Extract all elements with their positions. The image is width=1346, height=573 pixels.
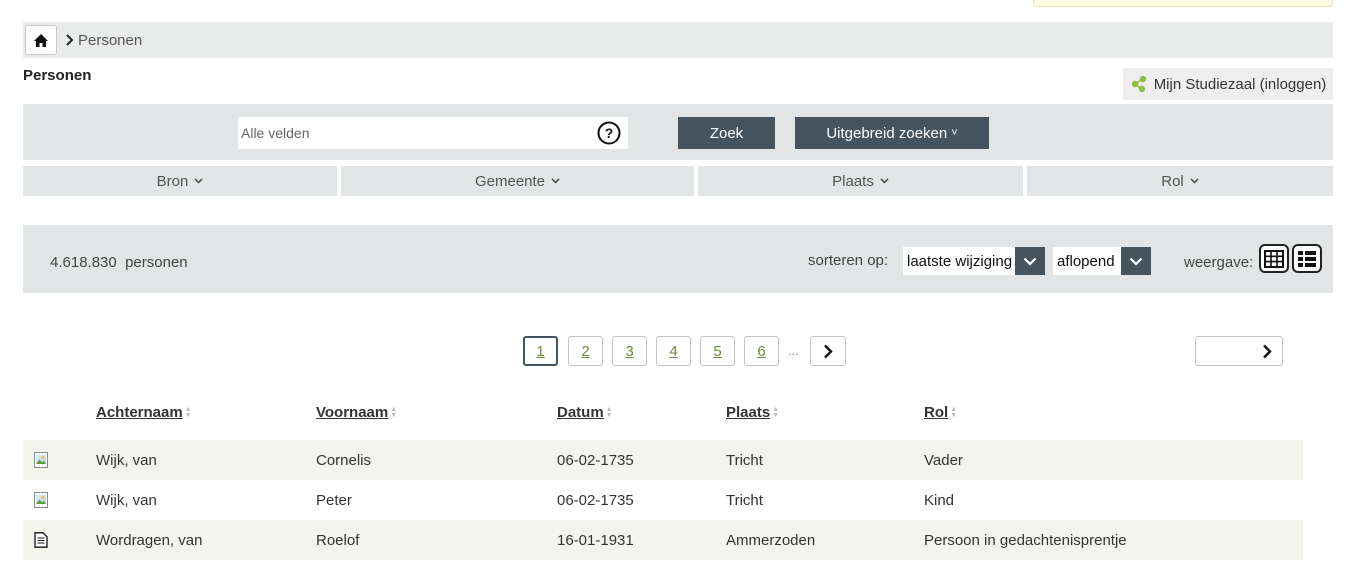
sort-order-value: aflopend — [1057, 252, 1115, 270]
chevron-down-icon — [194, 178, 203, 184]
cell-plaats: Tricht — [726, 451, 763, 469]
sort-icon: ▲ ▼ — [184, 405, 192, 419]
column-header-plaats[interactable]: Plaats ▲ ▼ — [726, 404, 779, 421]
cell-voornaam: Cornelis — [316, 451, 372, 469]
facet-gemeente[interactable]: Gemeente — [341, 166, 694, 196]
home-button[interactable] — [25, 25, 57, 55]
breadcrumb: Personen — [23, 22, 1333, 58]
cell-plaats: Tricht — [726, 491, 763, 509]
advanced-search-button[interactable]: Uitgebreid zoeken ˅ — [795, 117, 989, 149]
page-3-button[interactable]: 3 — [612, 336, 647, 366]
sort-icon: ▲ ▼ — [950, 405, 958, 419]
cell-voornaam: Roelof — [316, 531, 360, 549]
cell-datum: 06-02-1735 — [557, 491, 634, 509]
cell-datum: 06-02-1735 — [557, 451, 634, 469]
chevron-right-icon — [1263, 344, 1272, 358]
document-icon — [34, 532, 48, 548]
cell-datum: 16-01-1931 — [557, 531, 634, 549]
cell-rol: Persoon in gedachtenisprentje — [924, 531, 1127, 549]
chevron-right-icon — [65, 33, 74, 47]
list-view-button[interactable] — [1292, 244, 1322, 273]
sort-field-value: laatste wijziging — [907, 252, 1013, 270]
facet-label: Plaats — [832, 172, 874, 190]
search-input[interactable] — [238, 117, 628, 149]
grid-view-button[interactable] — [1259, 244, 1289, 273]
sort-order-select[interactable]: aflopend — [1053, 247, 1151, 275]
chevron-down-icon — [1121, 247, 1151, 275]
column-header-voornaam[interactable]: Voornaam ▲ ▼ — [316, 404, 397, 421]
chevron-down-icon — [1190, 178, 1199, 184]
notification-box — [1033, 0, 1333, 7]
sort-label: sorteren op: — [808, 252, 889, 269]
cell-plaats: Ammerzoden — [726, 531, 816, 549]
cell-voornaam: Peter — [316, 491, 352, 509]
search-panel: ? Zoek Uitgebreid zoeken ˅ — [23, 104, 1333, 160]
image-icon — [34, 452, 48, 468]
sort-field-select[interactable]: laatste wijziging — [903, 247, 1045, 275]
share-icon — [1131, 75, 1146, 93]
sort-icon: ▲ ▼ — [390, 405, 398, 419]
image-icon — [34, 492, 48, 508]
facet-rol[interactable]: Rol — [1027, 166, 1333, 196]
view-label: weergave: — [1184, 254, 1254, 271]
search-button[interactable]: Zoek — [678, 117, 775, 149]
page-4-button[interactable]: 4 — [656, 336, 691, 366]
column-header-achternaam[interactable]: Achternaam ▲ ▼ — [96, 404, 192, 421]
page-title: Personen — [23, 67, 92, 84]
grid-icon — [1264, 249, 1284, 268]
table-row[interactable]: Wijk, van Peter 06-02-1735 Tricht Kind — [23, 480, 1303, 520]
cell-achternaam: Wijk, van — [96, 491, 157, 509]
result-count: 4.618.830 personen — [50, 254, 188, 271]
studiezaal-login-button[interactable]: Mijn Studiezaal (inloggen) — [1123, 68, 1333, 100]
pagination-ellipsis: ... — [788, 343, 799, 358]
cell-rol: Vader — [924, 451, 963, 469]
help-icon[interactable]: ? — [597, 121, 621, 145]
facet-label: Bron — [156, 172, 189, 190]
svg-text:?: ? — [605, 125, 614, 141]
table-row[interactable]: Wordragen, van Roelof 16-01-1931 Ammerzo… — [23, 520, 1303, 560]
facet-label: Gemeente — [474, 172, 546, 190]
chevron-down-icon — [1015, 247, 1045, 275]
advanced-search-label: Uitgebreid zoeken — [826, 124, 948, 142]
page-jump-input[interactable] — [1195, 336, 1283, 366]
chevron-down-icon — [551, 178, 560, 184]
page-1-button[interactable]: 1 — [523, 336, 558, 366]
list-icon — [1298, 250, 1316, 267]
facet-label: Rol — [1161, 172, 1184, 190]
results-toolbar: 4.618.830 personen sorteren op: laatste … — [23, 225, 1333, 293]
column-header-rol[interactable]: Rol ▲ ▼ — [924, 404, 957, 421]
home-icon — [34, 33, 48, 47]
chevron-down-icon — [880, 178, 889, 184]
sort-icon: ▲ ▼ — [605, 405, 613, 419]
cell-rol: Kind — [924, 491, 955, 509]
cell-achternaam: Wijk, van — [96, 451, 157, 469]
caret-down-icon: ˅ — [951, 127, 958, 139]
breadcrumb-current: Personen — [78, 31, 143, 49]
page-6-button[interactable]: 6 — [744, 336, 779, 366]
facet-bron[interactable]: Bron — [23, 166, 337, 196]
table-row[interactable]: Wijk, van Cornelis 06-02-1735 Tricht Vad… — [23, 440, 1303, 480]
page-2-button[interactable]: 2 — [568, 336, 603, 366]
column-header-datum[interactable]: Datum ▲ ▼ — [557, 404, 613, 421]
facet-plaats[interactable]: Plaats — [698, 166, 1023, 196]
studiezaal-label: Mijn Studiezaal (inloggen) — [1153, 75, 1327, 93]
page-5-button[interactable]: 5 — [700, 336, 735, 366]
next-page-button[interactable] — [810, 336, 846, 366]
cell-achternaam: Wordragen, van — [96, 531, 203, 549]
sort-icon: ▲ ▼ — [772, 405, 780, 419]
chevron-right-icon — [824, 344, 833, 358]
